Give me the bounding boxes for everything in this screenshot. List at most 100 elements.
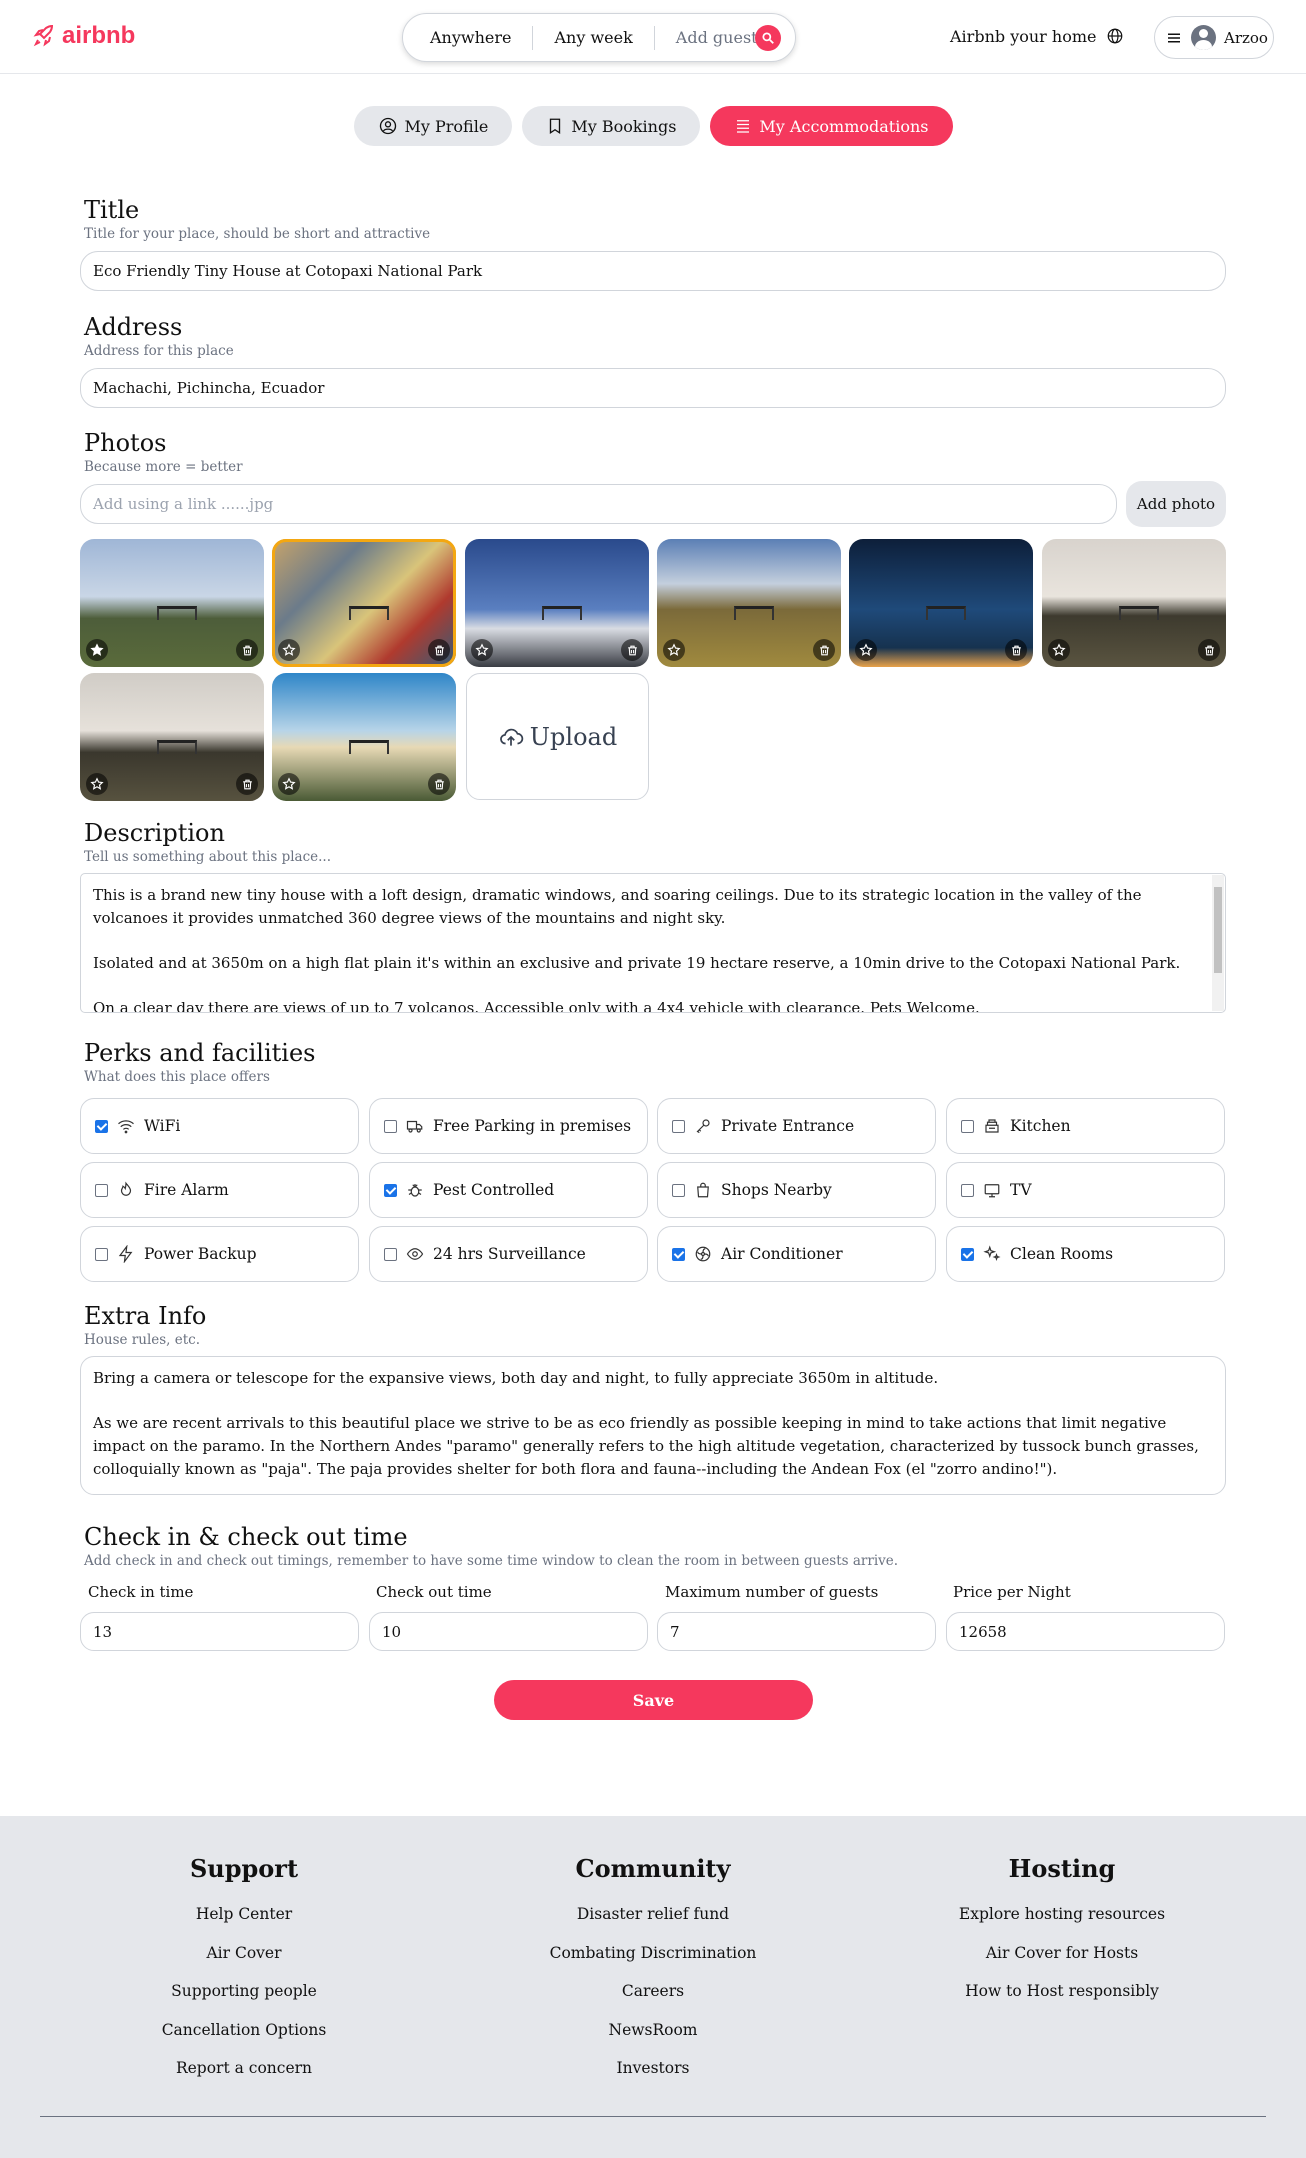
address-heading: Address (84, 313, 183, 341)
shopping-bag-icon (693, 1180, 713, 1200)
user-name: Arzoo (1224, 28, 1268, 47)
footer-link[interactable]: Help Center (94, 1905, 394, 1944)
host-link[interactable]: Airbnb your home (950, 27, 1096, 46)
perk-checkbox[interactable] (672, 1183, 685, 1197)
user-menu-button[interactable]: Arzoo (1154, 16, 1274, 59)
star-icon[interactable] (855, 639, 877, 661)
perk-checkbox[interactable] (672, 1247, 685, 1261)
perk-checkbox[interactable] (961, 1247, 974, 1261)
star-icon[interactable] (1048, 639, 1070, 661)
perk-checkbox[interactable] (95, 1247, 108, 1261)
divider (532, 25, 534, 50)
perk-option[interactable]: 24 hrs Surveillance (369, 1226, 648, 1282)
scrollbar[interactable] (1212, 875, 1224, 1011)
footer-link[interactable]: How to Host responsibly (912, 1982, 1212, 2021)
save-button[interactable]: Save (494, 1680, 813, 1720)
account-tabs: My Profile My Bookings My Accommodations (0, 106, 1306, 146)
perk-option[interactable]: WiFi (80, 1098, 359, 1154)
trash-icon[interactable] (813, 639, 835, 661)
star-icon[interactable] (663, 639, 685, 661)
perk-checkbox[interactable] (384, 1247, 397, 1261)
search-button[interactable] (755, 25, 781, 51)
perk-label: Shops Nearby (721, 1181, 832, 1199)
address-input[interactable]: Machachi, Pichincha, Ecuador (80, 368, 1226, 408)
tab-my-accommodations[interactable]: My Accommodations (710, 106, 953, 146)
checkout-input[interactable]: 10 (369, 1612, 648, 1651)
add-photo-button[interactable]: Add photo (1126, 481, 1226, 527)
checkin-input[interactable]: 13 (80, 1612, 359, 1651)
top-header: airbnb Anywhere Any week Add guests Airb… (0, 0, 1306, 74)
perk-option[interactable]: Free Parking in premises (369, 1098, 648, 1154)
globe-icon[interactable] (1106, 27, 1124, 49)
star-icon[interactable] (86, 639, 108, 661)
footer-community: Community Disaster relief fund Combating… (503, 1854, 803, 2098)
perk-option[interactable]: Power Backup (80, 1226, 359, 1282)
list-icon (737, 120, 750, 133)
star-icon[interactable] (471, 639, 493, 661)
footer-link[interactable]: Investors (503, 2059, 803, 2098)
search-bar[interactable]: Anywhere Any week Add guests (402, 13, 796, 62)
footer-link[interactable]: Cancellation Options (94, 2021, 394, 2060)
hamburger-icon (1168, 33, 1180, 42)
star-icon[interactable] (86, 773, 108, 795)
tab-label: My Accommodations (759, 116, 929, 136)
perk-checkbox[interactable] (961, 1183, 974, 1197)
trash-icon[interactable] (428, 773, 450, 795)
trash-icon[interactable] (1198, 639, 1220, 661)
footer-link[interactable]: Air Cover (94, 1944, 394, 1983)
perk-checkbox[interactable] (961, 1119, 974, 1133)
perk-option[interactable]: Pest Controlled (369, 1162, 648, 1218)
perk-checkbox[interactable] (95, 1183, 108, 1197)
avatar (1191, 25, 1216, 50)
trash-icon[interactable] (236, 773, 258, 795)
accommodation-photo (849, 539, 1033, 667)
max-guests-input[interactable]: 7 (657, 1612, 936, 1651)
photo-link-input[interactable]: Add using a link ......jpg (80, 484, 1117, 524)
perk-checkbox[interactable] (672, 1119, 685, 1133)
title-input[interactable]: Eco Friendly Tiny House at Cotopaxi Nati… (80, 251, 1226, 291)
description-p3: On a clear day there are views of up to … (93, 999, 980, 1013)
scrollbar-thumb[interactable] (1214, 887, 1222, 973)
description-textarea[interactable]: This is a brand new tiny house with a lo… (80, 873, 1226, 1013)
airbnb-logo[interactable]: airbnb (32, 22, 135, 50)
tab-my-bookings[interactable]: My Bookings (522, 106, 701, 146)
footer-link[interactable]: Careers (503, 1982, 803, 2021)
footer-link[interactable]: Disaster relief fund (503, 1905, 803, 1944)
footer-link[interactable]: NewsRoom (503, 2021, 803, 2060)
perk-option[interactable]: Clean Rooms (946, 1226, 1225, 1282)
accommodation-photo (80, 539, 264, 667)
trash-icon[interactable] (236, 639, 258, 661)
footer-link[interactable]: Report a concern (94, 2059, 394, 2098)
checkin-hint: Add check in and check out timings, reme… (84, 1553, 899, 1569)
footer-heading: Hosting (1008, 1854, 1116, 1883)
perk-checkbox[interactable] (384, 1119, 397, 1133)
footer-link[interactable]: Air Cover for Hosts (912, 1944, 1212, 1983)
tab-my-profile[interactable]: My Profile (353, 106, 513, 146)
search-when[interactable]: Any week (554, 28, 632, 47)
rocket-icon (33, 24, 54, 47)
star-icon[interactable] (278, 773, 300, 795)
footer-link[interactable]: Explore hosting resources (912, 1905, 1212, 1944)
trash-icon[interactable] (621, 639, 643, 661)
star-icon[interactable] (278, 639, 300, 661)
upload-button[interactable]: Upload (466, 673, 649, 800)
price-input[interactable]: 12658 (946, 1612, 1225, 1651)
footer-link[interactable]: Supporting people (94, 1982, 394, 2021)
trash-icon[interactable] (1005, 639, 1027, 661)
extra-info-textarea[interactable]: Bring a camera or telescope for the expa… (80, 1356, 1226, 1495)
perk-option[interactable]: Fire Alarm (80, 1162, 359, 1218)
footer-link[interactable]: Combating Discrimination (503, 1944, 803, 1983)
perk-checkbox[interactable] (95, 1119, 108, 1133)
perk-option[interactable]: Air Conditioner (657, 1226, 936, 1282)
address-section: Address Address for this place (84, 313, 1226, 359)
perk-label: Free Parking in premises (433, 1117, 632, 1135)
perk-option[interactable]: TV (946, 1162, 1225, 1218)
search-where[interactable]: Anywhere (430, 28, 511, 47)
perk-option[interactable]: Kitchen (946, 1098, 1225, 1154)
trash-icon[interactable] (428, 639, 450, 661)
search-who[interactable]: Add guests (676, 28, 766, 47)
wifi-icon (116, 1116, 136, 1136)
perk-option[interactable]: Private Entrance (657, 1098, 936, 1154)
perk-option[interactable]: Shops Nearby (657, 1162, 936, 1218)
perk-checkbox[interactable] (384, 1183, 397, 1197)
